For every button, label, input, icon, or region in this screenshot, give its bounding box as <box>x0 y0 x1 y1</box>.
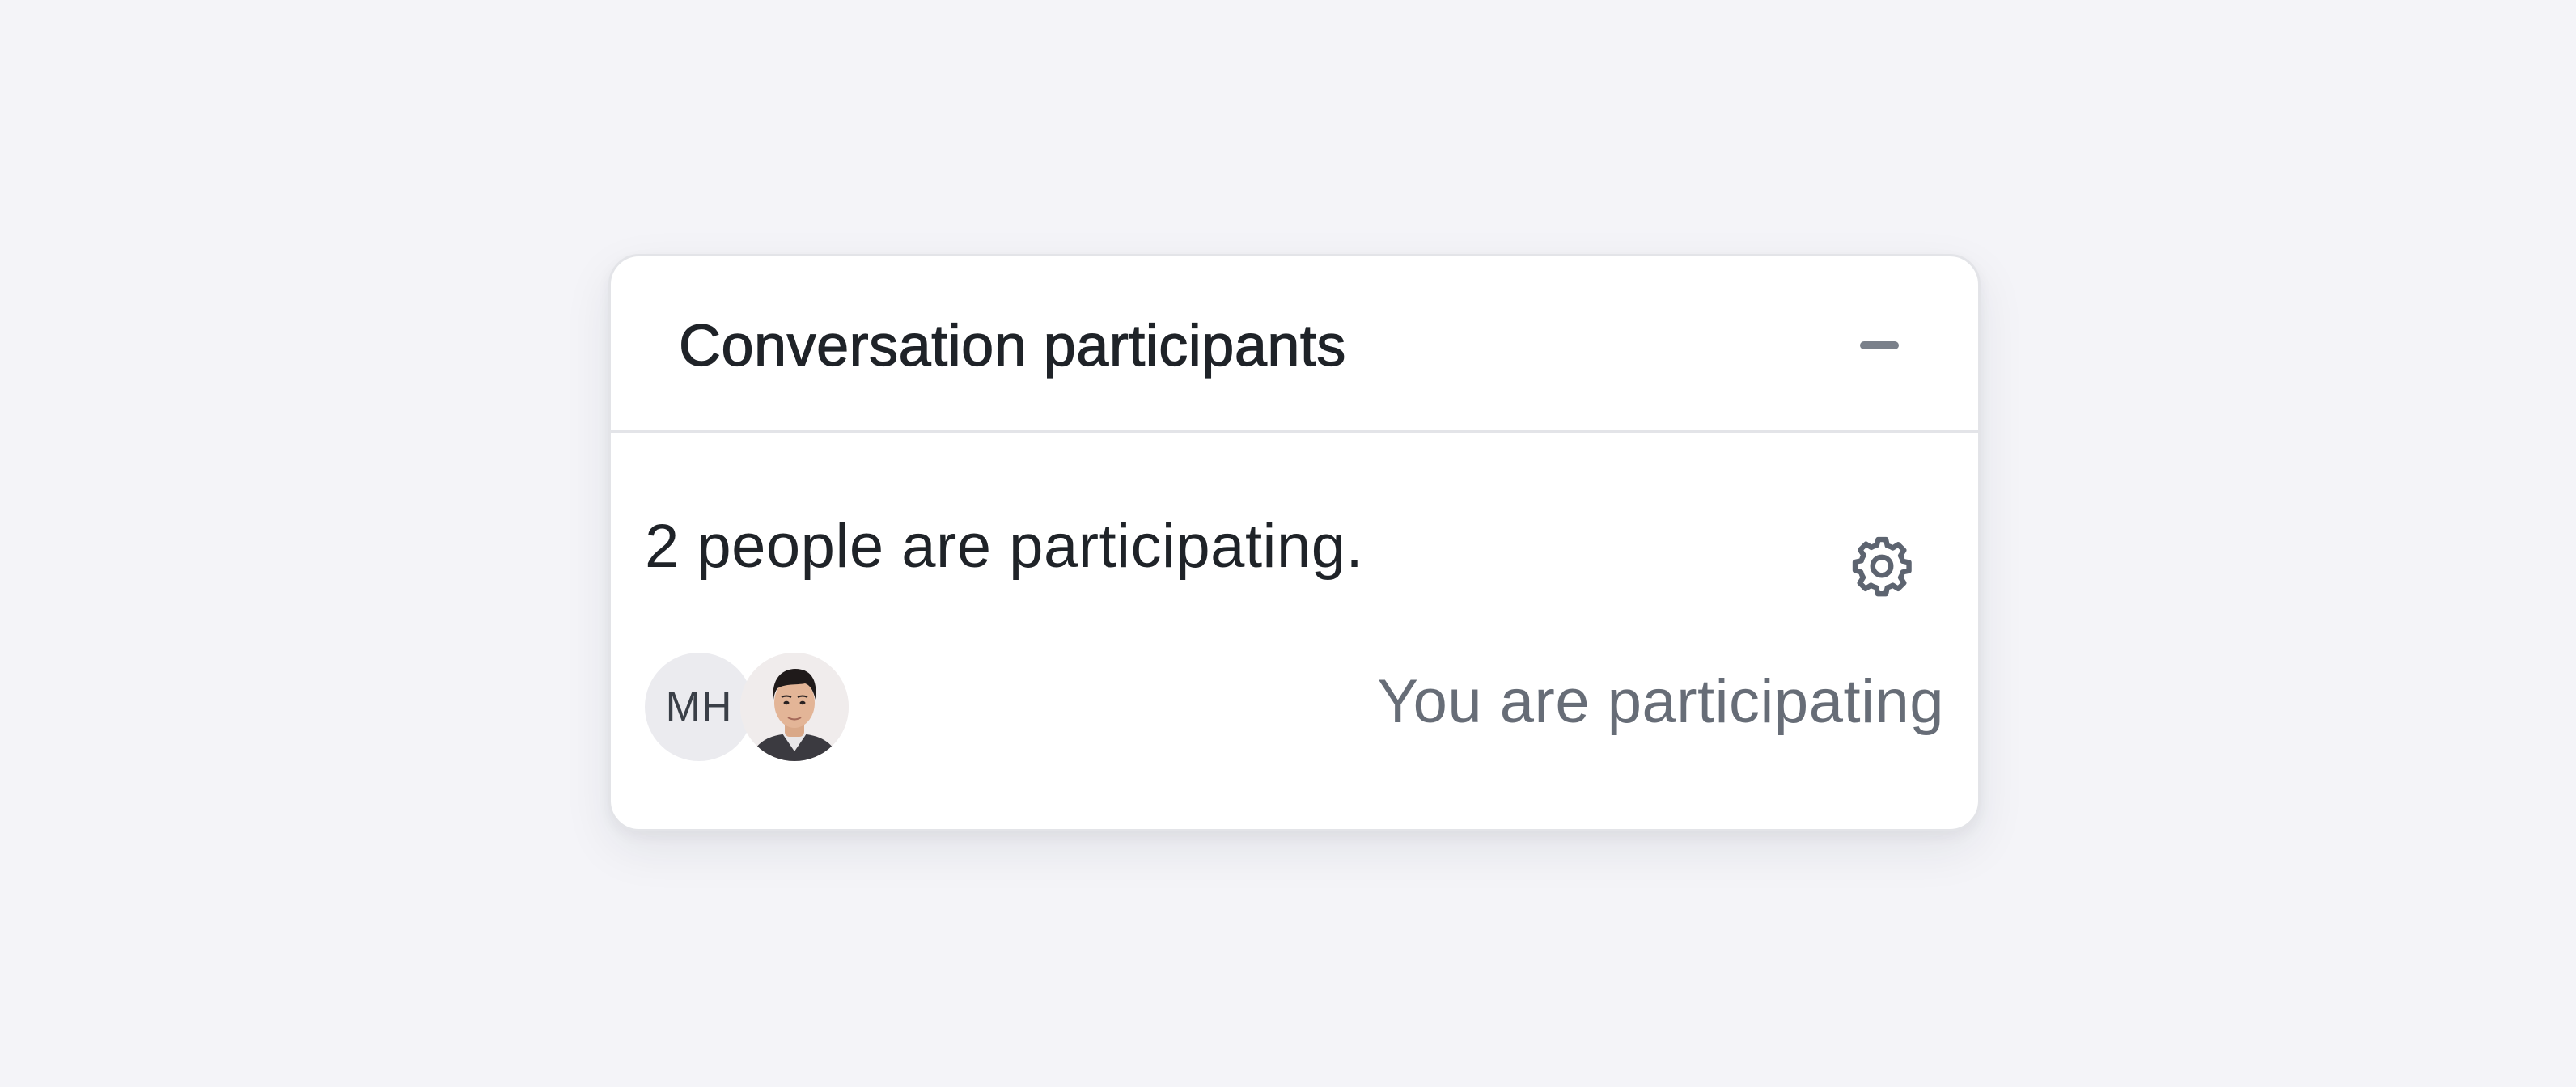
person-photo-icon <box>740 653 849 761</box>
participants-panel: Conversation participants 2 people are p… <box>608 254 1981 831</box>
participant-avatars: MH <box>645 653 855 766</box>
avatar-initials[interactable]: MH <box>645 653 753 761</box>
collapse-button[interactable] <box>1847 313 1912 378</box>
avatar-photo[interactable] <box>740 653 849 761</box>
panel-header: Conversation participants <box>611 256 1978 433</box>
panel-title: Conversation participants <box>678 313 1346 379</box>
participation-status: You are participating <box>1377 667 1944 736</box>
participant-count: 2 people are participating. <box>645 512 1364 581</box>
avatar-initials-text: MH <box>665 683 733 730</box>
gear-icon <box>1852 536 1912 597</box>
minus-icon <box>1860 341 1899 349</box>
panel-body: 2 people are participating. MH You are p… <box>611 433 1978 829</box>
settings-button[interactable] <box>1845 530 1918 603</box>
